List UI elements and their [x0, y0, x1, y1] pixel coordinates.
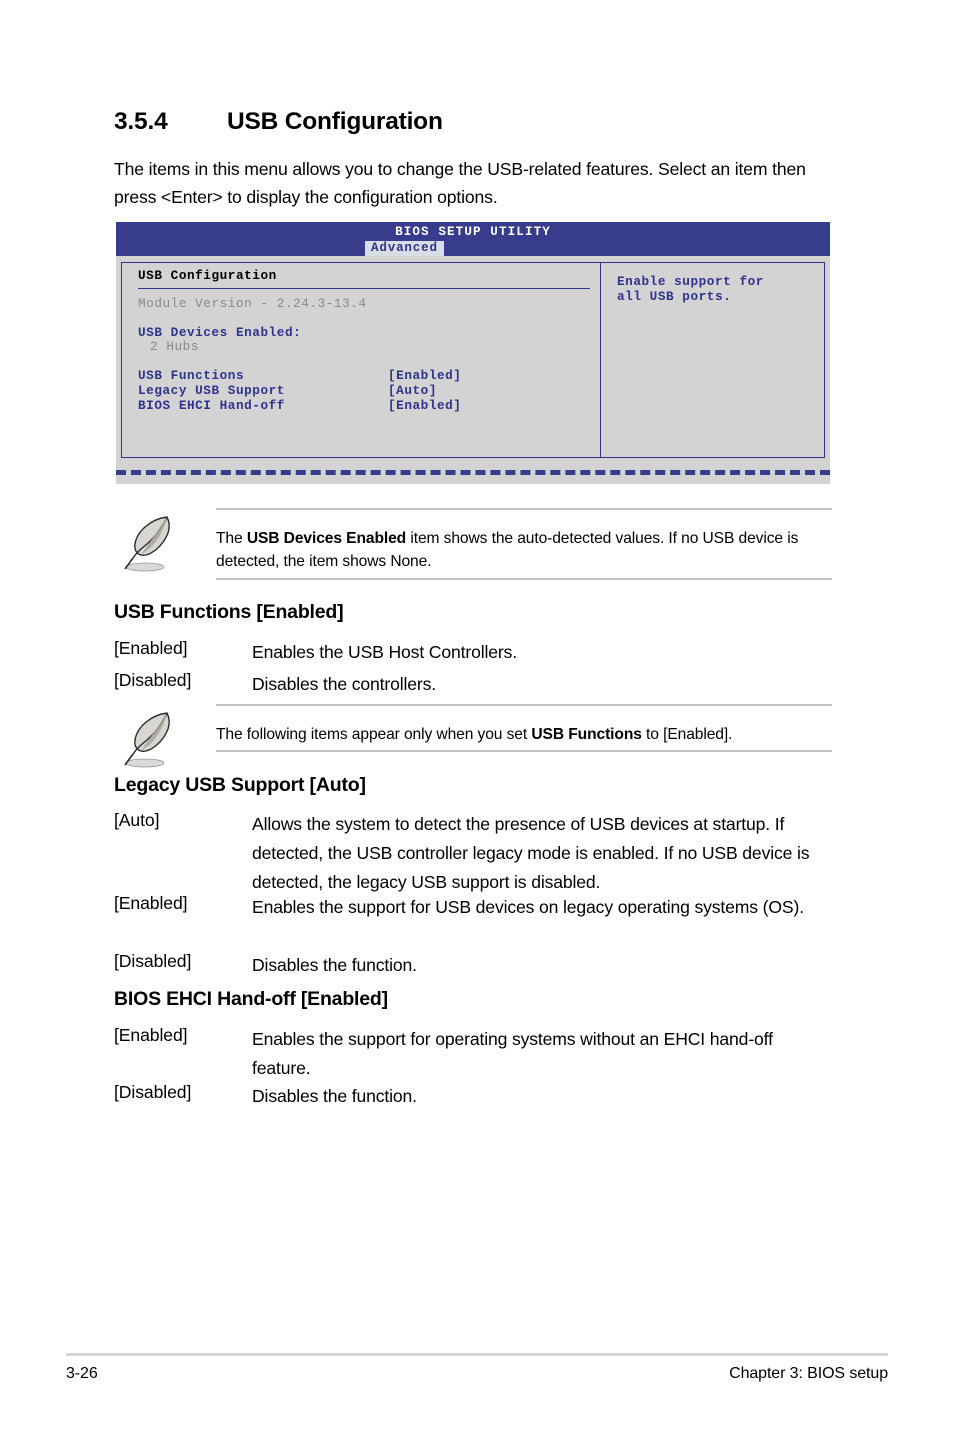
note-bottom-rule [216, 578, 832, 580]
note-top-rule [216, 704, 832, 706]
bios-panel-title: USB Configuration [138, 268, 277, 283]
note2-before: The following items appear only when you… [216, 726, 532, 743]
intro-paragraph: The items in this menu allows you to cha… [114, 159, 806, 207]
bios-help-line-2: all USB ports. [617, 289, 732, 304]
quill-pen-icon [124, 712, 170, 768]
bios-item-bios-ehci-handoff-label[interactable]: BIOS EHCI Hand-off [138, 398, 285, 413]
bios-item-legacy-usb-support-label[interactable]: Legacy USB Support [138, 383, 285, 398]
option-term-usb-functions-enabled: [Enabled] [114, 638, 188, 658]
section-number: 3.5.4 [114, 108, 168, 135]
option-heading-usb-functions: USB Functions [Enabled] [114, 601, 344, 623]
option-term-ehci-enabled: [Enabled] [114, 1025, 188, 1045]
bios-item-bios-ehci-handoff-value[interactable]: [Enabled] [388, 398, 461, 413]
note-text-1: The USB Devices Enabled item shows the a… [216, 527, 832, 573]
footer-divider [66, 1353, 888, 1356]
section-title: USB Configuration [227, 108, 443, 135]
document-page: 3.5.4 USB Configuration The items in this… [0, 0, 954, 1438]
bios-item-usb-functions-value[interactable]: [Enabled] [388, 368, 461, 383]
quill-pen-icon [124, 516, 170, 572]
option-term-legacy-auto: [Auto] [114, 810, 160, 830]
bios-panel-title-underline [138, 288, 590, 289]
bios-module-version: Module Version - 2.24.3-13.4 [138, 296, 367, 311]
page-title: 3.5.4 USB Configuration [114, 108, 834, 136]
footer-chapter-label: Chapter 3: BIOS setup [729, 1365, 888, 1382]
note-bottom-rule [216, 750, 832, 752]
option-term-usb-functions-disabled: [Disabled] [114, 670, 192, 690]
note-top-rule [216, 508, 832, 510]
note-text-2: The following items appear only when you… [216, 723, 832, 746]
option-desc-ehci-enabled: Enables the support for operating system… [252, 1029, 773, 1078]
option-term-legacy-enabled: [Enabled] [114, 893, 188, 913]
option-desc-legacy-auto: Allows the system to detect the presence… [252, 814, 810, 892]
footer-page-number: 3-26 [66, 1365, 98, 1382]
option-desc-legacy-disabled: Disables the function. [252, 955, 417, 975]
bios-tab-advanced[interactable]: Advanced [365, 241, 444, 256]
option-desc-usb-functions-disabled: Disables the controllers. [252, 674, 436, 694]
bios-devices-enabled-label: USB Devices Enabled: [138, 325, 302, 340]
bios-body: USB Configuration Module Version - 2.24.… [116, 256, 830, 468]
option-heading-bios-ehci-handoff: BIOS EHCI Hand-off [Enabled] [114, 988, 388, 1010]
bios-main-panel: USB Configuration Module Version - 2.24.… [121, 262, 601, 458]
option-desc-ehci-disabled: Disables the function. [252, 1086, 417, 1106]
bios-help-line-1: Enable support for [617, 274, 764, 289]
note1-before: The [216, 530, 247, 547]
bios-utility-title: BIOS SETUP UTILITY [395, 225, 551, 239]
bios-item-legacy-usb-support-value[interactable]: [Auto] [388, 383, 437, 398]
note1-bold: USB Devices Enabled [246, 530, 407, 547]
bios-help-panel: Enable support for all USB ports. [600, 262, 825, 458]
option-desc-usb-functions-enabled: Enables the USB Host Controllers. [252, 642, 517, 662]
note2-bold: USB Functions [531, 726, 642, 743]
option-heading-legacy-usb-support: Legacy USB Support [Auto] [114, 774, 366, 796]
bios-item-usb-functions-label[interactable]: USB Functions [138, 368, 244, 383]
note2-after: to [Enabled]. [641, 726, 733, 743]
bios-bottom-dashed-border [116, 470, 830, 475]
bios-devices-enabled-value: 2 Hubs [150, 339, 199, 354]
option-desc-legacy-enabled: Enables the support for USB devices on l… [252, 897, 804, 917]
option-term-legacy-disabled: [Disabled] [114, 951, 192, 971]
bios-setup-screenshot: BIOS SETUP UTILITY Advanced USB Configur… [116, 222, 830, 484]
option-term-ehci-disabled: [Disabled] [114, 1082, 192, 1102]
